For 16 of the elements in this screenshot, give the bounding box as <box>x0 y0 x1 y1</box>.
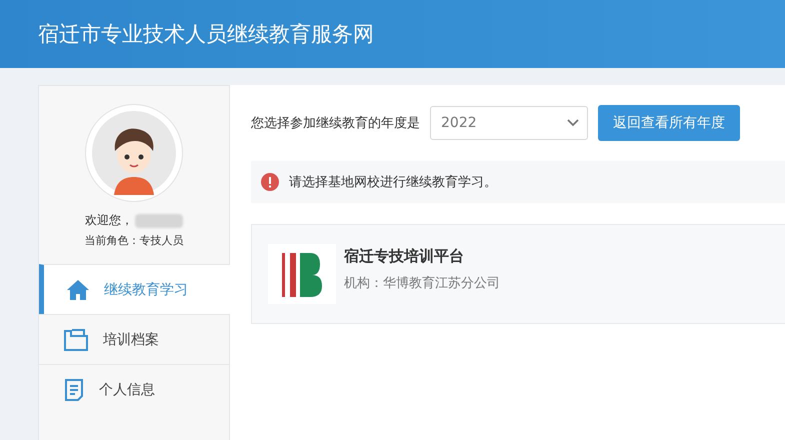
blurred-name <box>135 214 183 228</box>
year-label: 您选择参加继续教育的年度是 <box>251 114 420 132</box>
warning-icon <box>261 173 279 191</box>
role-text: 当前角色：专技人员 <box>84 233 184 248</box>
platform-card[interactable]: 宿迁专技培训平台 机构：华博教育江苏分公司 <box>251 224 785 324</box>
document-icon <box>63 378 85 402</box>
welcome-text: 欢迎您， <box>85 212 133 229</box>
site-title: 宿迁市专业技术人员继续教育服务网 <box>38 21 374 48</box>
folder-icon <box>63 328 89 352</box>
alert-message: 请选择基地网校进行继续教育学习。 <box>289 174 497 191</box>
year-select[interactable]: 2022 <box>430 106 588 140</box>
chevron-down-icon <box>567 119 579 127</box>
home-icon <box>66 278 90 300</box>
platform-org: 机构：华博教育江苏分公司 <box>344 274 500 292</box>
avatar-icon <box>92 111 176 195</box>
platform-name: 宿迁专技培训平台 <box>344 246 465 266</box>
